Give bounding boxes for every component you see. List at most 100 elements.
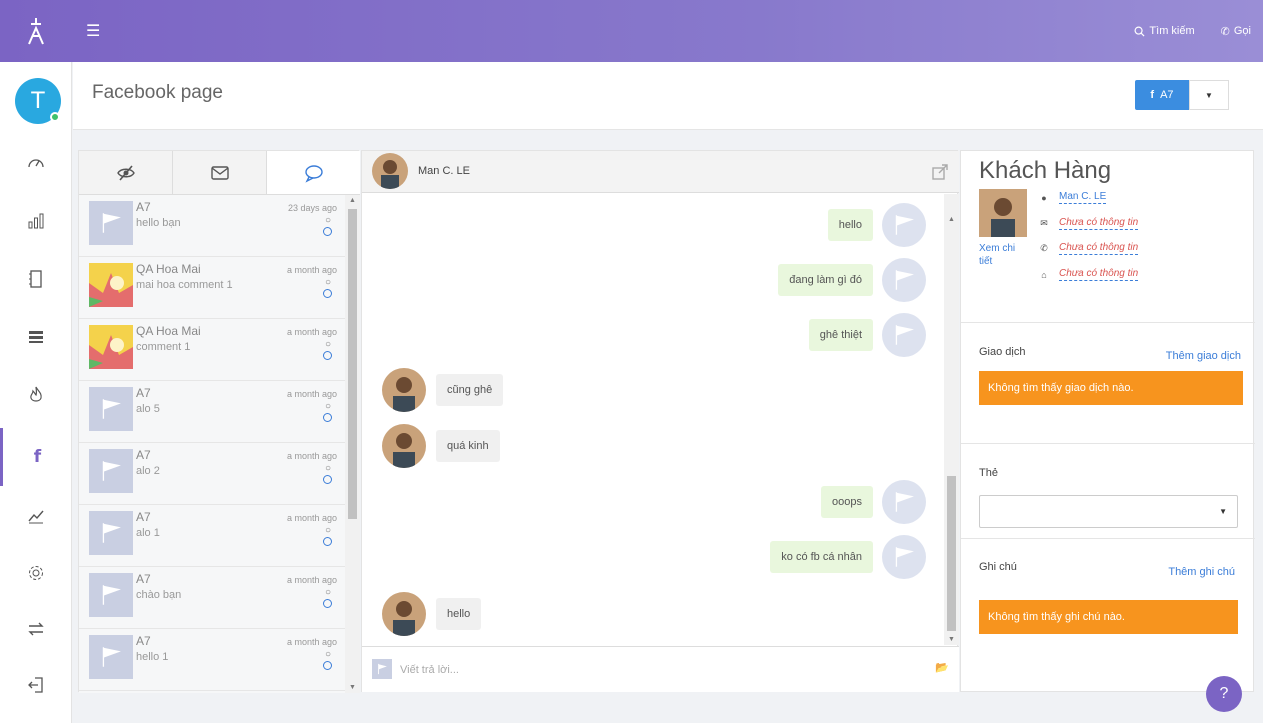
search-link[interactable]: Tìm kiếm: [1134, 25, 1195, 37]
conversation-item[interactable]: QA Hoa Mai comment 1 a month ago ○: [79, 319, 345, 381]
conversation-time: a month ago: [286, 575, 337, 585]
conversation-item[interactable]: A7 alo 5 a month ago ○: [79, 381, 345, 443]
conversation-preview: comment 1: [136, 341, 191, 353]
status-circle-icon: [323, 599, 332, 608]
conversation-thumbnail: [89, 263, 133, 307]
call-link[interactable]: ✆ Gọi: [1221, 25, 1251, 38]
tags-label: Thẻ: [979, 467, 998, 479]
tab-messages[interactable]: [173, 151, 267, 194]
conversation-thumbnail: [89, 573, 133, 617]
tab-hidden[interactable]: [79, 151, 173, 194]
call-label: Gọi: [1233, 25, 1251, 37]
nav-analytics[interactable]: [0, 486, 72, 544]
contact-name: Man C. LE: [418, 165, 470, 177]
envelope-icon: [210, 165, 229, 180]
scrollbar-thumb[interactable]: [947, 476, 956, 631]
chat-scrollbar[interactable]: ▲ ▼: [944, 194, 959, 645]
conversation-preview: alo 1: [136, 527, 160, 539]
conversation-name: A7: [136, 448, 151, 462]
customer-name[interactable]: Man C. LE: [1059, 191, 1107, 204]
customer-address[interactable]: Chưa có thông tin: [1059, 268, 1139, 281]
customer-email-row: ✉ Chưa có thông tin: [1039, 217, 1139, 230]
scroll-up-icon[interactable]: ▲: [948, 216, 955, 223]
nav-logout[interactable]: [0, 656, 72, 714]
dashboard-icon: [28, 159, 44, 168]
comment-icon: ○: [324, 215, 331, 226]
search-icon: [1134, 26, 1145, 37]
nav-contacts[interactable]: [0, 250, 72, 308]
customer-phone-row: ✆ Chưa có thông tin: [1039, 242, 1139, 255]
question-icon: ?: [1219, 685, 1229, 702]
contacts-icon: [29, 270, 42, 288]
conversation-item[interactable]: QA Hoa Mai mai hoa comment 1 a month ago…: [79, 257, 345, 319]
folder-icon[interactable]: 📂: [935, 661, 949, 674]
customer-name-row: ● Man C. LE: [1039, 191, 1107, 204]
status-circle-icon: [323, 537, 332, 546]
conversation-time: a month ago: [286, 265, 337, 275]
eye-slash-icon: [116, 164, 135, 181]
add-transaction-link[interactable]: Thêm giao dịch: [1166, 350, 1241, 362]
nav-hot[interactable]: [0, 366, 72, 424]
user-avatar[interactable]: T: [15, 78, 61, 124]
app-logo-icon[interactable]: [0, 0, 72, 62]
status-circle-icon: [323, 351, 332, 360]
reports-icon: [28, 213, 44, 229]
customer-panel: Khách Hàng Xem chi tiết ● Man C. LE ✉ Ch…: [960, 150, 1255, 692]
status-circle-icon: [323, 227, 332, 236]
status-circle-icon: [323, 475, 332, 484]
page-title: Facebook page: [92, 82, 223, 103]
conversation-item[interactable]: A7 hello bạn 23 days ago ○: [79, 195, 345, 257]
hamburger-icon[interactable]: ☰: [86, 21, 100, 41]
help-button[interactable]: ?: [1206, 676, 1242, 712]
customer-phone[interactable]: Chưa có thông tin: [1059, 242, 1139, 255]
conversation-item[interactable]: A7 hello 1 a month ago ○: [79, 629, 345, 691]
add-note-link[interactable]: Thêm ghi chú: [1168, 566, 1235, 578]
conversation-time: 23 days ago: [287, 203, 337, 213]
list-icon: [29, 331, 43, 343]
contact-avatar[interactable]: [372, 153, 408, 189]
envelope-icon: ✉: [1040, 218, 1048, 228]
notes-label: Ghi chú: [979, 561, 1017, 573]
chat-messages: hello đang làm gì đó ghê thiệt cũng ghê quá …: [362, 194, 944, 645]
customer-email[interactable]: Chưa có thông tin: [1059, 217, 1139, 230]
external-link-icon[interactable]: [931, 163, 949, 186]
nav-reports[interactable]: [0, 192, 72, 250]
page-dropdown-toggle[interactable]: ▼: [1189, 80, 1229, 110]
nav-facebook[interactable]: f: [0, 428, 72, 486]
reply-input[interactable]: [400, 657, 900, 683]
no-transactions-alert: Không tìm thấy giao dịch nào.: [979, 371, 1243, 405]
chat-header: Man C. LE: [362, 151, 959, 193]
phone-icon: ✆: [1220, 25, 1230, 38]
scroll-up-icon[interactable]: ▲: [349, 197, 356, 204]
scrollbar-thumb[interactable]: [348, 209, 357, 519]
conversation-tabs: [79, 151, 360, 195]
nav-settings[interactable]: [0, 544, 72, 602]
avatar-letter: T: [30, 87, 46, 114]
conversation-item[interactable]: A7 alo 2 a month ago ○: [79, 443, 345, 505]
status-circle-icon: [323, 661, 332, 670]
comment-icon: [304, 164, 323, 183]
customer-title: Khách Hàng: [979, 157, 1112, 184]
nav-transfer[interactable]: [0, 600, 72, 658]
conversation-item[interactable]: A7 alo 1 a month ago ○: [79, 505, 345, 567]
conversation-thumbnail: [89, 449, 133, 493]
search-label: Tìm kiếm: [1149, 25, 1195, 37]
tab-comments[interactable]: [267, 151, 360, 194]
sidebar: T f: [0, 62, 72, 723]
nav-dashboard[interactable]: [0, 134, 72, 192]
nav-list[interactable]: [0, 308, 72, 366]
tags-select[interactable]: ▼: [979, 495, 1238, 528]
facebook-page-selector-button[interactable]: f A7: [1135, 80, 1189, 110]
scroll-down-icon[interactable]: ▼: [948, 636, 955, 643]
conversation-thumbnail: [89, 635, 133, 679]
conversation-name: A7: [136, 386, 151, 400]
comment-icon: ○: [324, 339, 331, 350]
settings-icon: [29, 566, 43, 580]
user-icon: ●: [1041, 192, 1047, 203]
conversation-item[interactable]: A7 chào bạn a month ago ○: [79, 567, 345, 629]
scroll-down-icon[interactable]: ▼: [349, 684, 356, 691]
top-bar: ☰ Tìm kiếm ✆ Gọi: [0, 0, 1263, 62]
conversation-scrollbar[interactable]: ▲ ▼: [345, 195, 360, 693]
facebook-icon: f: [1150, 89, 1155, 101]
view-details-link[interactable]: Xem chi tiết: [979, 242, 1029, 268]
